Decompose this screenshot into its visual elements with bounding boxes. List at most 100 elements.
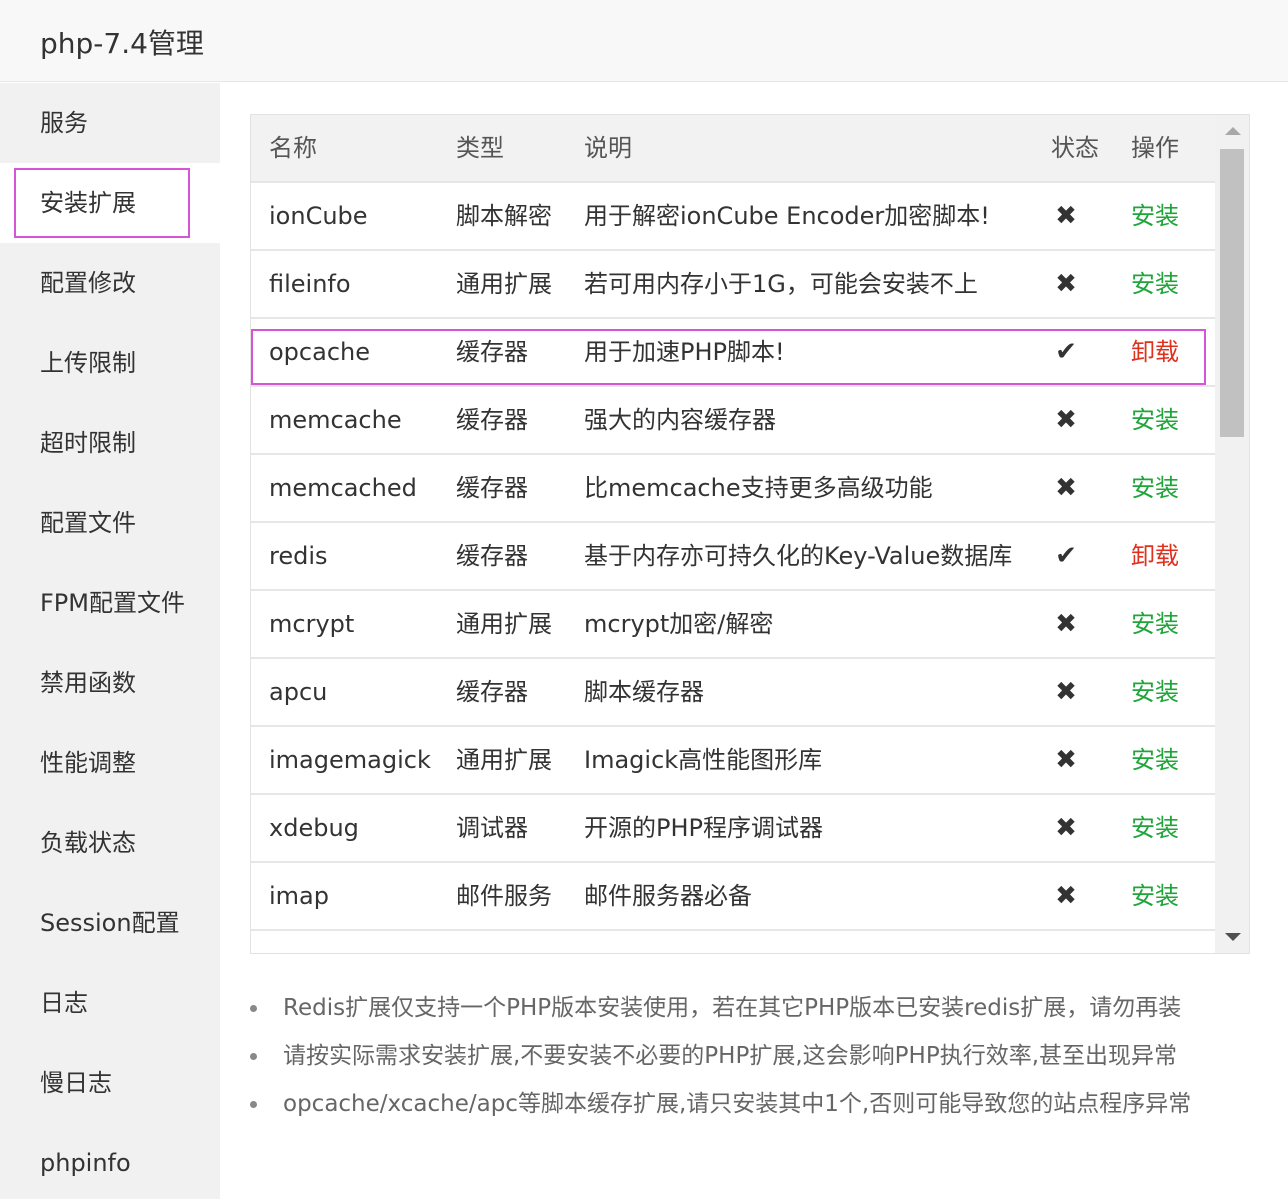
install-button[interactable]: 安装: [1131, 591, 1179, 657]
install-button[interactable]: 安装: [1131, 795, 1179, 861]
table-row: memcached 缓存器 比memcache支持更多高级功能 ✖ 安装: [251, 455, 1215, 523]
ext-type: 通用扩展: [456, 746, 552, 774]
ext-type: 缓存器: [456, 406, 528, 434]
not-installed-icon: ✖: [1055, 201, 1077, 231]
sidebar-item-slow-log[interactable]: 慢日志: [0, 1043, 220, 1123]
install-button[interactable]: 安装: [1131, 659, 1179, 725]
sidebar-item-label: 慢日志: [40, 1069, 112, 1097]
window-title: php-7.4管理: [40, 27, 204, 60]
ext-name: ionCube: [269, 202, 368, 230]
table-row: ionCube 脚本解密 用于解密ionCube Encoder加密脚本! ✖ …: [251, 183, 1215, 251]
sidebar-item-label: Session配置: [40, 909, 180, 937]
sidebar-item-performance[interactable]: 性能调整: [0, 723, 220, 803]
ext-name: imagemagick: [269, 746, 431, 774]
install-button[interactable]: 安装: [1131, 183, 1179, 249]
ext-type: 缓存器: [456, 678, 528, 706]
sidebar-item-label: 负载状态: [40, 829, 136, 857]
ext-name: apcu: [269, 678, 328, 706]
list-item: Redis扩展仅支持一个PHP版本安装使用，若在其它PHP版本已安装redis扩…: [250, 984, 1191, 1032]
sidebar-item-disabled-functions[interactable]: 禁用函数: [0, 643, 220, 723]
table-header: 名称 类型 说明 状态 操作: [251, 115, 1215, 183]
installed-check-icon: ✔: [1055, 337, 1077, 367]
ext-desc: 强大的内容缓存器: [584, 406, 776, 434]
notes-list: Redis扩展仅支持一个PHP版本安装使用，若在其它PHP版本已安装redis扩…: [250, 984, 1191, 1128]
install-button[interactable]: 安装: [1131, 727, 1179, 793]
ext-desc: 比memcache支持更多高级功能: [584, 474, 933, 502]
uninstall-button[interactable]: 卸载: [1131, 523, 1179, 589]
ext-type: 邮件服务: [456, 882, 552, 910]
table-scrollbar[interactable]: [1215, 115, 1249, 953]
sidebar-item-load-status[interactable]: 负载状态: [0, 803, 220, 883]
header-type: 类型: [456, 134, 504, 162]
note-text: Redis扩展仅支持一个PHP版本安装使用，若在其它PHP版本已安装redis扩…: [283, 995, 1182, 1021]
sidebar-item-config-file[interactable]: 配置文件: [0, 483, 220, 563]
table-row: fileinfo 通用扩展 若可用内存小于1G，可能会安装不上 ✖ 安装: [251, 251, 1215, 319]
install-button[interactable]: 安装: [1131, 387, 1179, 453]
install-button[interactable]: 安装: [1131, 251, 1179, 317]
table-row: xdebug 调试器 开源的PHP程序调试器 ✖ 安装: [251, 795, 1215, 863]
sidebar-item-label: 安装扩展: [40, 189, 136, 217]
sidebar-item-phpinfo[interactable]: phpinfo: [0, 1123, 220, 1203]
header-op: 操作: [1131, 134, 1179, 162]
ext-desc: 邮件服务器必备: [584, 882, 752, 910]
list-item: opcache/xcache/apc等脚本缓存扩展,请只安装其中1个,否则可能导…: [250, 1080, 1191, 1128]
sidebar-item-timeout-limit[interactable]: 超时限制: [0, 403, 220, 483]
extensions-table: 名称 类型 说明 状态 操作 ionCube 脚本解密 用于解密ionCube …: [250, 114, 1250, 954]
table-row: apcu 缓存器 脚本缓存器 ✖ 安装: [251, 659, 1215, 727]
not-installed-icon: ✖: [1055, 881, 1077, 911]
sidebar-item-config-edit[interactable]: 配置修改: [0, 243, 220, 323]
sidebar-item-service[interactable]: 服务: [0, 83, 220, 163]
sidebar-item-log[interactable]: 日志: [0, 963, 220, 1043]
sidebar-item-label: 超时限制: [40, 429, 136, 457]
table-row: mcrypt 通用扩展 mcrypt加密/解密 ✖ 安装: [251, 591, 1215, 659]
scroll-thumb[interactable]: [1220, 149, 1244, 437]
sidebar-item-label: 日志: [40, 989, 88, 1017]
uninstall-button[interactable]: 卸载: [1131, 319, 1179, 385]
sidebar-item-install-extensions[interactable]: 安装扩展: [0, 163, 220, 243]
ext-type: 调试器: [456, 814, 528, 842]
bullet-icon: [250, 1053, 257, 1060]
table-row: opcache 缓存器 用于加速PHP脚本! ✔ 卸载: [251, 319, 1215, 387]
sidebar-item-label: FPM配置文件: [40, 589, 185, 617]
header-name: 名称: [269, 134, 317, 162]
scroll-down-arrow-icon[interactable]: [1225, 933, 1241, 941]
bullet-icon: [250, 1005, 257, 1012]
not-installed-icon: ✖: [1055, 473, 1077, 503]
sidebar-item-label: 服务: [40, 109, 88, 137]
sidebar-item-label: 禁用函数: [40, 669, 136, 697]
sidebar-item-session[interactable]: Session配置: [0, 883, 220, 963]
ext-name: memcache: [269, 406, 402, 434]
ext-type: 脚本解密: [456, 202, 552, 230]
sidebar-item-label: 上传限制: [40, 349, 136, 377]
ext-name: memcached: [269, 474, 417, 502]
table-row: memcache 缓存器 强大的内容缓存器 ✖ 安装: [251, 387, 1215, 455]
note-text: opcache/xcache/apc等脚本缓存扩展,请只安装其中1个,否则可能导…: [283, 1091, 1192, 1117]
install-button[interactable]: 安装: [1131, 863, 1179, 929]
header-status: 状态: [1051, 134, 1099, 162]
not-installed-icon: ✖: [1055, 609, 1077, 639]
ext-name: opcache: [269, 338, 370, 366]
installed-check-icon: ✔: [1055, 541, 1077, 571]
install-button[interactable]: 安装: [1131, 455, 1179, 521]
bullet-icon: [250, 1101, 257, 1108]
ext-desc: 开源的PHP程序调试器: [584, 814, 823, 842]
sidebar-item-fpm-config[interactable]: FPM配置文件: [0, 563, 220, 643]
ext-desc: 脚本缓存器: [584, 678, 704, 706]
ext-desc: Imagick高性能图形库: [584, 746, 823, 774]
ext-type: 通用扩展: [456, 610, 552, 638]
sidebar-item-label: phpinfo: [40, 1149, 131, 1177]
sidebar-item-label: 性能调整: [40, 749, 136, 777]
not-installed-icon: ✖: [1055, 269, 1077, 299]
ext-desc: mcrypt加密/解密: [584, 610, 774, 638]
sidebar-item-upload-limit[interactable]: 上传限制: [0, 323, 220, 403]
title-bar: php-7.4管理: [0, 0, 1288, 82]
ext-type: 缓存器: [456, 338, 528, 366]
ext-desc: 用于加速PHP脚本!: [584, 338, 785, 366]
scroll-up-arrow-icon[interactable]: [1225, 127, 1241, 135]
ext-desc: 用于解密ionCube Encoder加密脚本!: [584, 202, 990, 230]
not-installed-icon: ✖: [1055, 677, 1077, 707]
table-row: redis 缓存器 基于内存亦可持久化的Key-Value数据库 ✔ 卸载: [251, 523, 1215, 591]
ext-type: 缓存器: [456, 542, 528, 570]
not-installed-icon: ✖: [1055, 745, 1077, 775]
ext-desc: 基于内存亦可持久化的Key-Value数据库: [584, 542, 1013, 570]
